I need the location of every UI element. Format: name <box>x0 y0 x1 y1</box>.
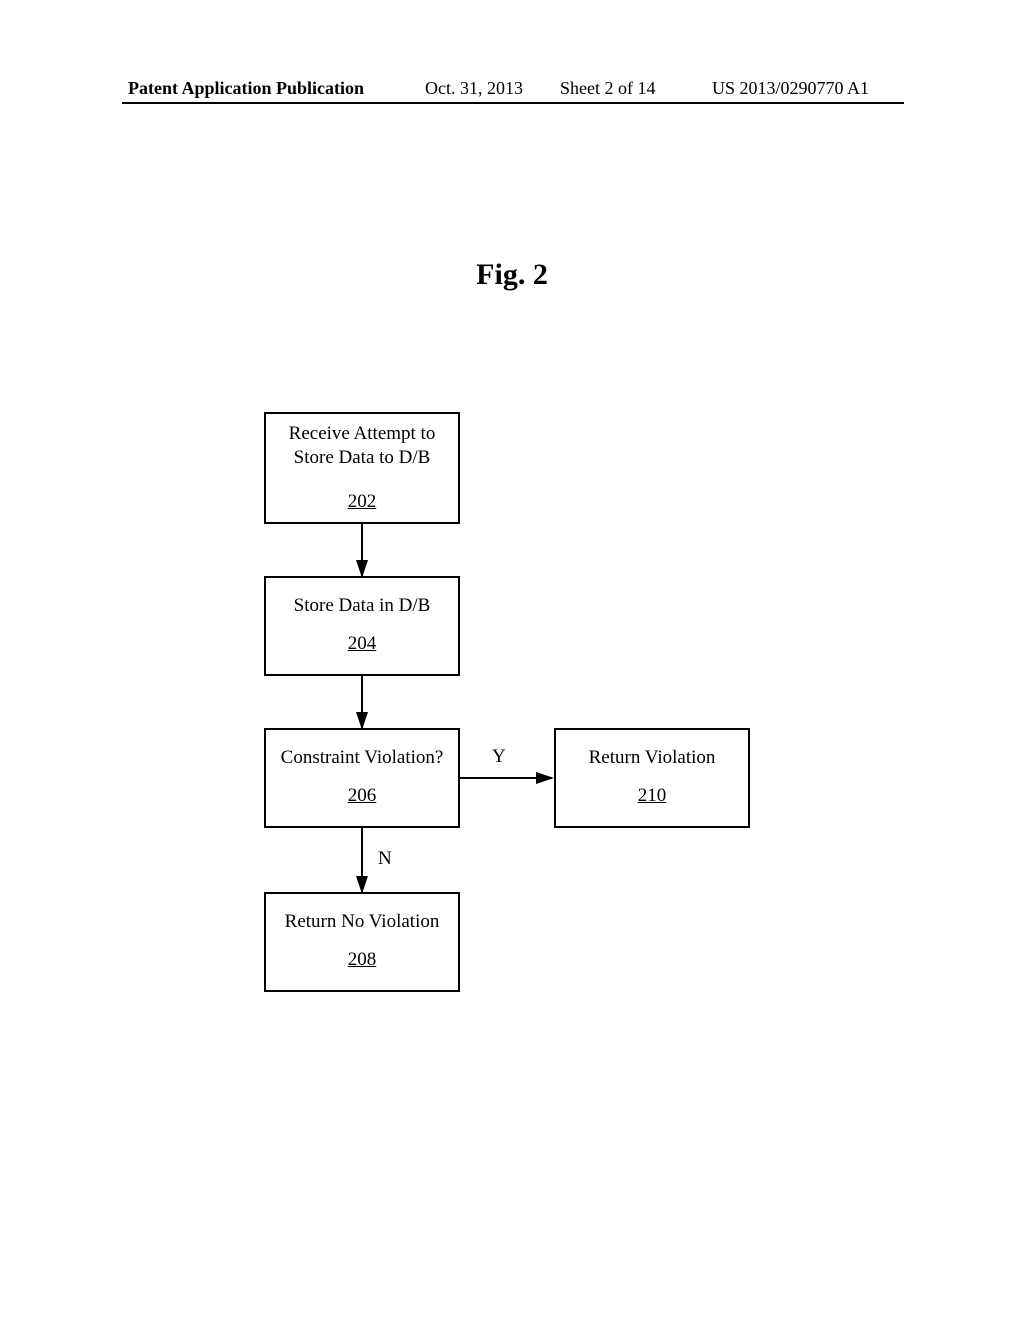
flow-step-ref: 210 <box>556 784 748 808</box>
flow-step-ref: 206 <box>266 784 458 808</box>
edge-label-yes: Y <box>492 746 506 768</box>
flow-step-ref: 208 <box>266 948 458 972</box>
flow-step-label: Store Data in D/B <box>266 594 458 618</box>
flow-step-store-data: Store Data in D/B 204 <box>264 576 460 676</box>
page: Patent Application Publication Oct. 31, … <box>0 0 1024 1320</box>
edge-label-no: N <box>378 848 392 870</box>
flow-step-label: Return No Violation <box>266 910 458 934</box>
flow-step-label: Return Violation <box>556 746 748 770</box>
flow-step-ref: 202 <box>266 490 458 514</box>
flow-step-label: Receive Attempt toStore Data to D/B <box>266 422 458 470</box>
flow-step-label: Constraint Violation? <box>266 746 458 770</box>
flow-step-return-no-violation: Return No Violation 208 <box>264 892 460 992</box>
flow-decision-constraint-violation: Constraint Violation? 206 <box>264 728 460 828</box>
flowchart: Receive Attempt toStore Data to D/B 202 … <box>0 0 1024 1320</box>
flow-step-return-violation: Return Violation 210 <box>554 728 750 828</box>
flow-step-receive-attempt: Receive Attempt toStore Data to D/B 202 <box>264 412 460 524</box>
flowchart-connectors <box>0 0 1024 1320</box>
flow-step-ref: 204 <box>266 632 458 656</box>
